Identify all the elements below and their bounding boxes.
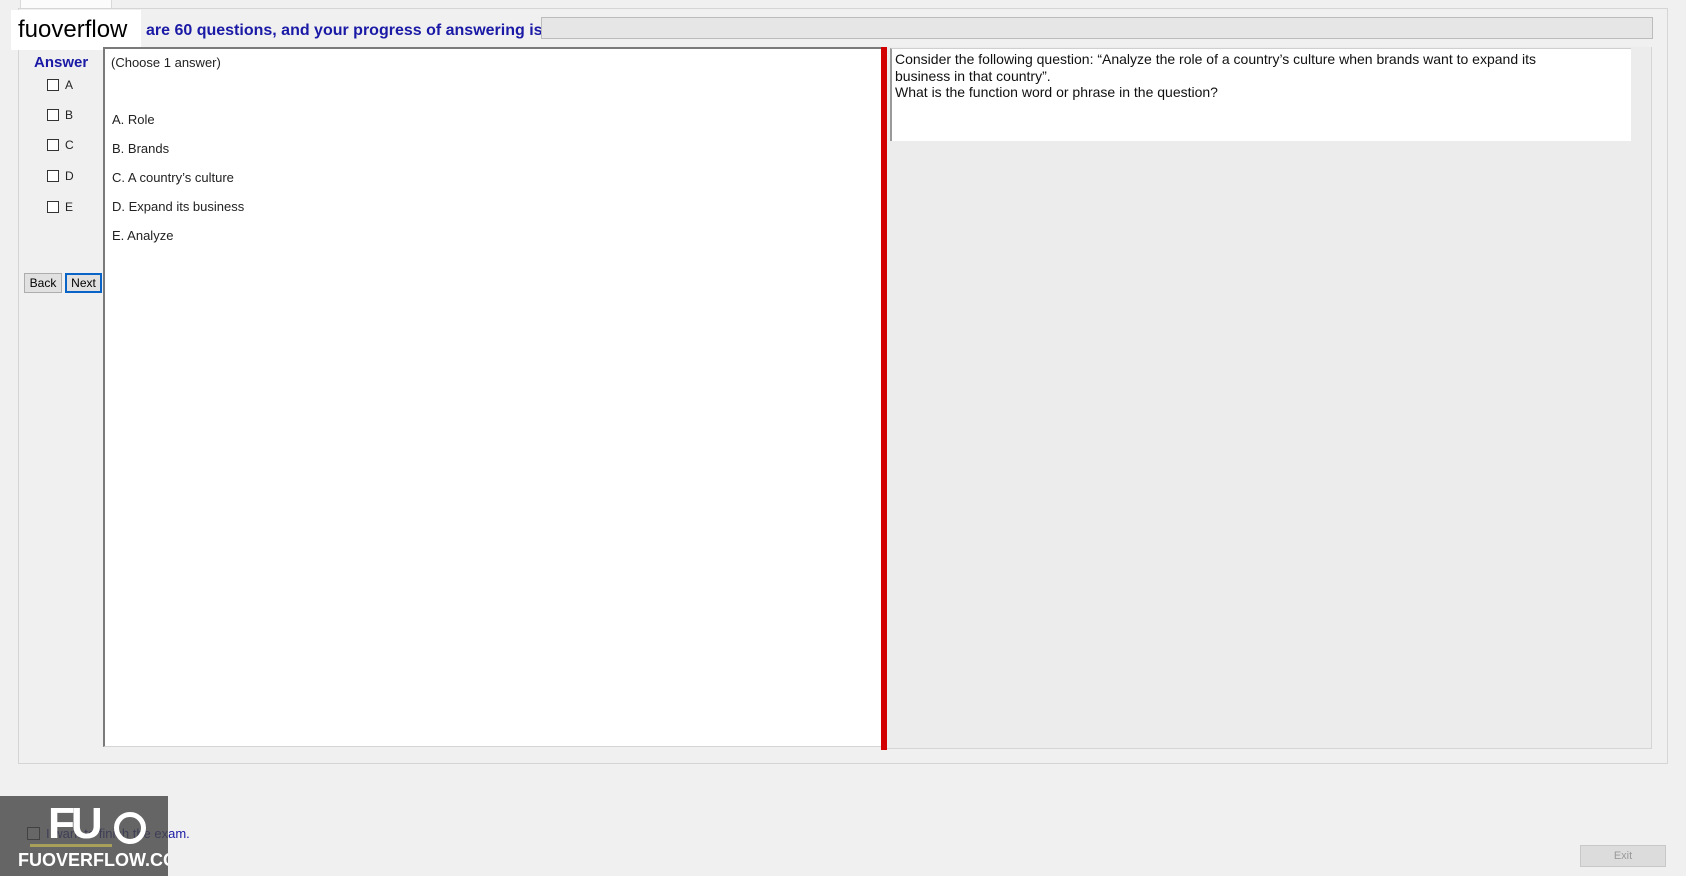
watermark-label: fuoverflow [11,10,141,50]
checkbox-d[interactable] [47,170,59,182]
question-text: Consider the following question: “Analyz… [890,48,1631,141]
question-line: What is the function word or phrase in t… [895,84,1218,100]
choice-a: A. Role [112,112,155,127]
answer-option-label: C [65,138,74,152]
checkbox-c[interactable] [47,139,59,151]
answer-option-label: A [65,78,74,92]
exit-button[interactable]: Exit [1580,845,1666,867]
checkbox-b[interactable] [47,109,59,121]
watermark-logo: FU FUOVERFLOW.COM [0,796,168,876]
choose-note: (Choose 1 answer) [111,55,221,70]
next-button[interactable]: Next [65,273,102,293]
answer-option-label: D [65,169,74,183]
choice-c: C. A country’s culture [112,170,234,185]
answer-option-label: B [65,108,74,122]
answer-option-label: E [65,200,74,214]
answer-sidebar: Answer A B C D E Back Next [22,48,104,748]
answer-option-d[interactable]: D [47,168,74,184]
answer-option-c[interactable]: C [47,137,74,153]
answer-title: Answer [34,54,89,71]
question-line: Consider the following question: “Analyz… [895,51,1536,67]
watermark-logo-text: FUOVERFLOW.COM [18,850,168,870]
checkbox-e[interactable] [47,201,59,213]
choice-e: E. Analyze [112,228,174,243]
question-pane: Consider the following question: “Analyz… [887,47,1652,749]
choice-b: B. Brands [112,141,170,156]
watermark-logo-mark: FU [48,799,146,848]
answer-option-e[interactable]: E [47,199,73,215]
choice-d: D. Expand its business [112,199,245,214]
question-line: business in that country”. [895,67,1051,84]
choices-pane: (Choose 1 answer) A. Role B. Brands C. A… [103,47,881,747]
answer-option-b[interactable]: B [47,107,73,123]
checkbox-a[interactable] [47,79,59,91]
watermark-logo-bar [30,844,112,847]
progress-text: are 60 questions, and your progress of a… [146,22,543,39]
answer-option-a[interactable]: A [47,77,73,93]
back-button[interactable]: Back [24,273,62,293]
progress-bar [541,17,1653,39]
